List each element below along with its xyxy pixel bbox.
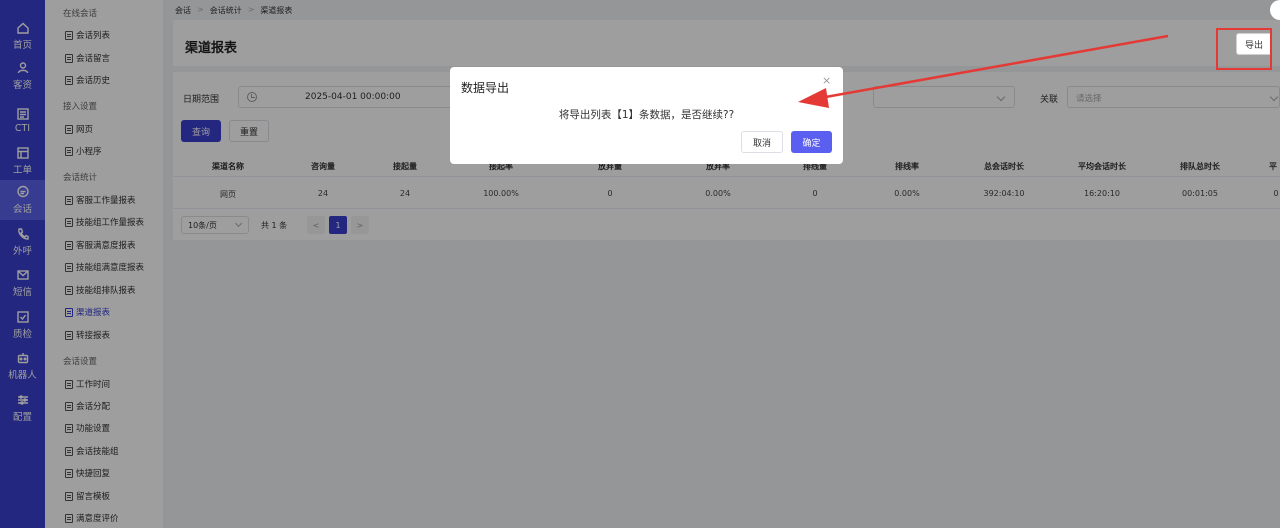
annotation-arrow-icon [798,34,1169,108]
